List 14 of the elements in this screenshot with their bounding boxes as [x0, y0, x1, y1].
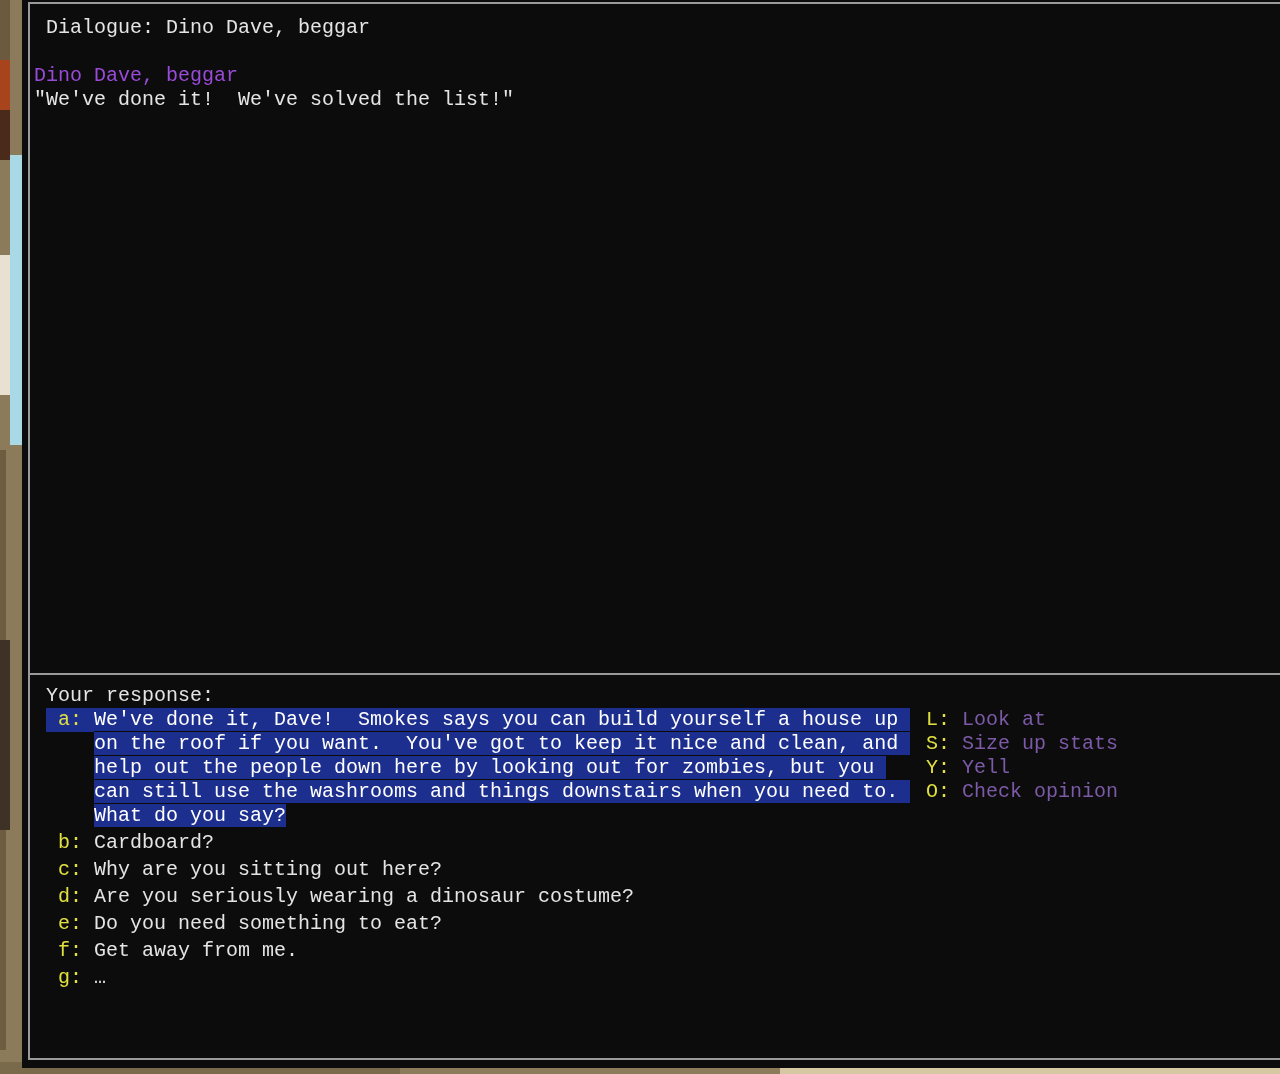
response-option[interactable]: d: Are you seriously wearing a dinosaur costume? — [46, 882, 907, 912]
response-option[interactable]: c: Why are you sitting out here? — [46, 855, 907, 885]
speech-text: "We've done it! We've solved the list!" — [34, 88, 515, 112]
action-option[interactable]: O: Check opinion — [926, 780, 1119, 804]
response-prompt: Your response: — [46, 684, 215, 708]
dialogue-title: Dialogue: Dino Dave, beggar — [45, 16, 372, 40]
response-option[interactable]: f: Get away from me. — [46, 936, 907, 966]
response-option[interactable]: b: Cardboard? — [46, 828, 907, 858]
speaker-name: Dino Dave, beggar — [34, 64, 239, 88]
response-option[interactable]: e: Do you need something to eat? — [46, 909, 907, 939]
response-option[interactable]: g: … — [46, 963, 907, 993]
action-option[interactable]: L: Look at — [926, 708, 1119, 732]
action-option[interactable]: Y: Yell — [926, 756, 1119, 780]
action-option[interactable]: S: Size up stats — [926, 732, 1119, 756]
